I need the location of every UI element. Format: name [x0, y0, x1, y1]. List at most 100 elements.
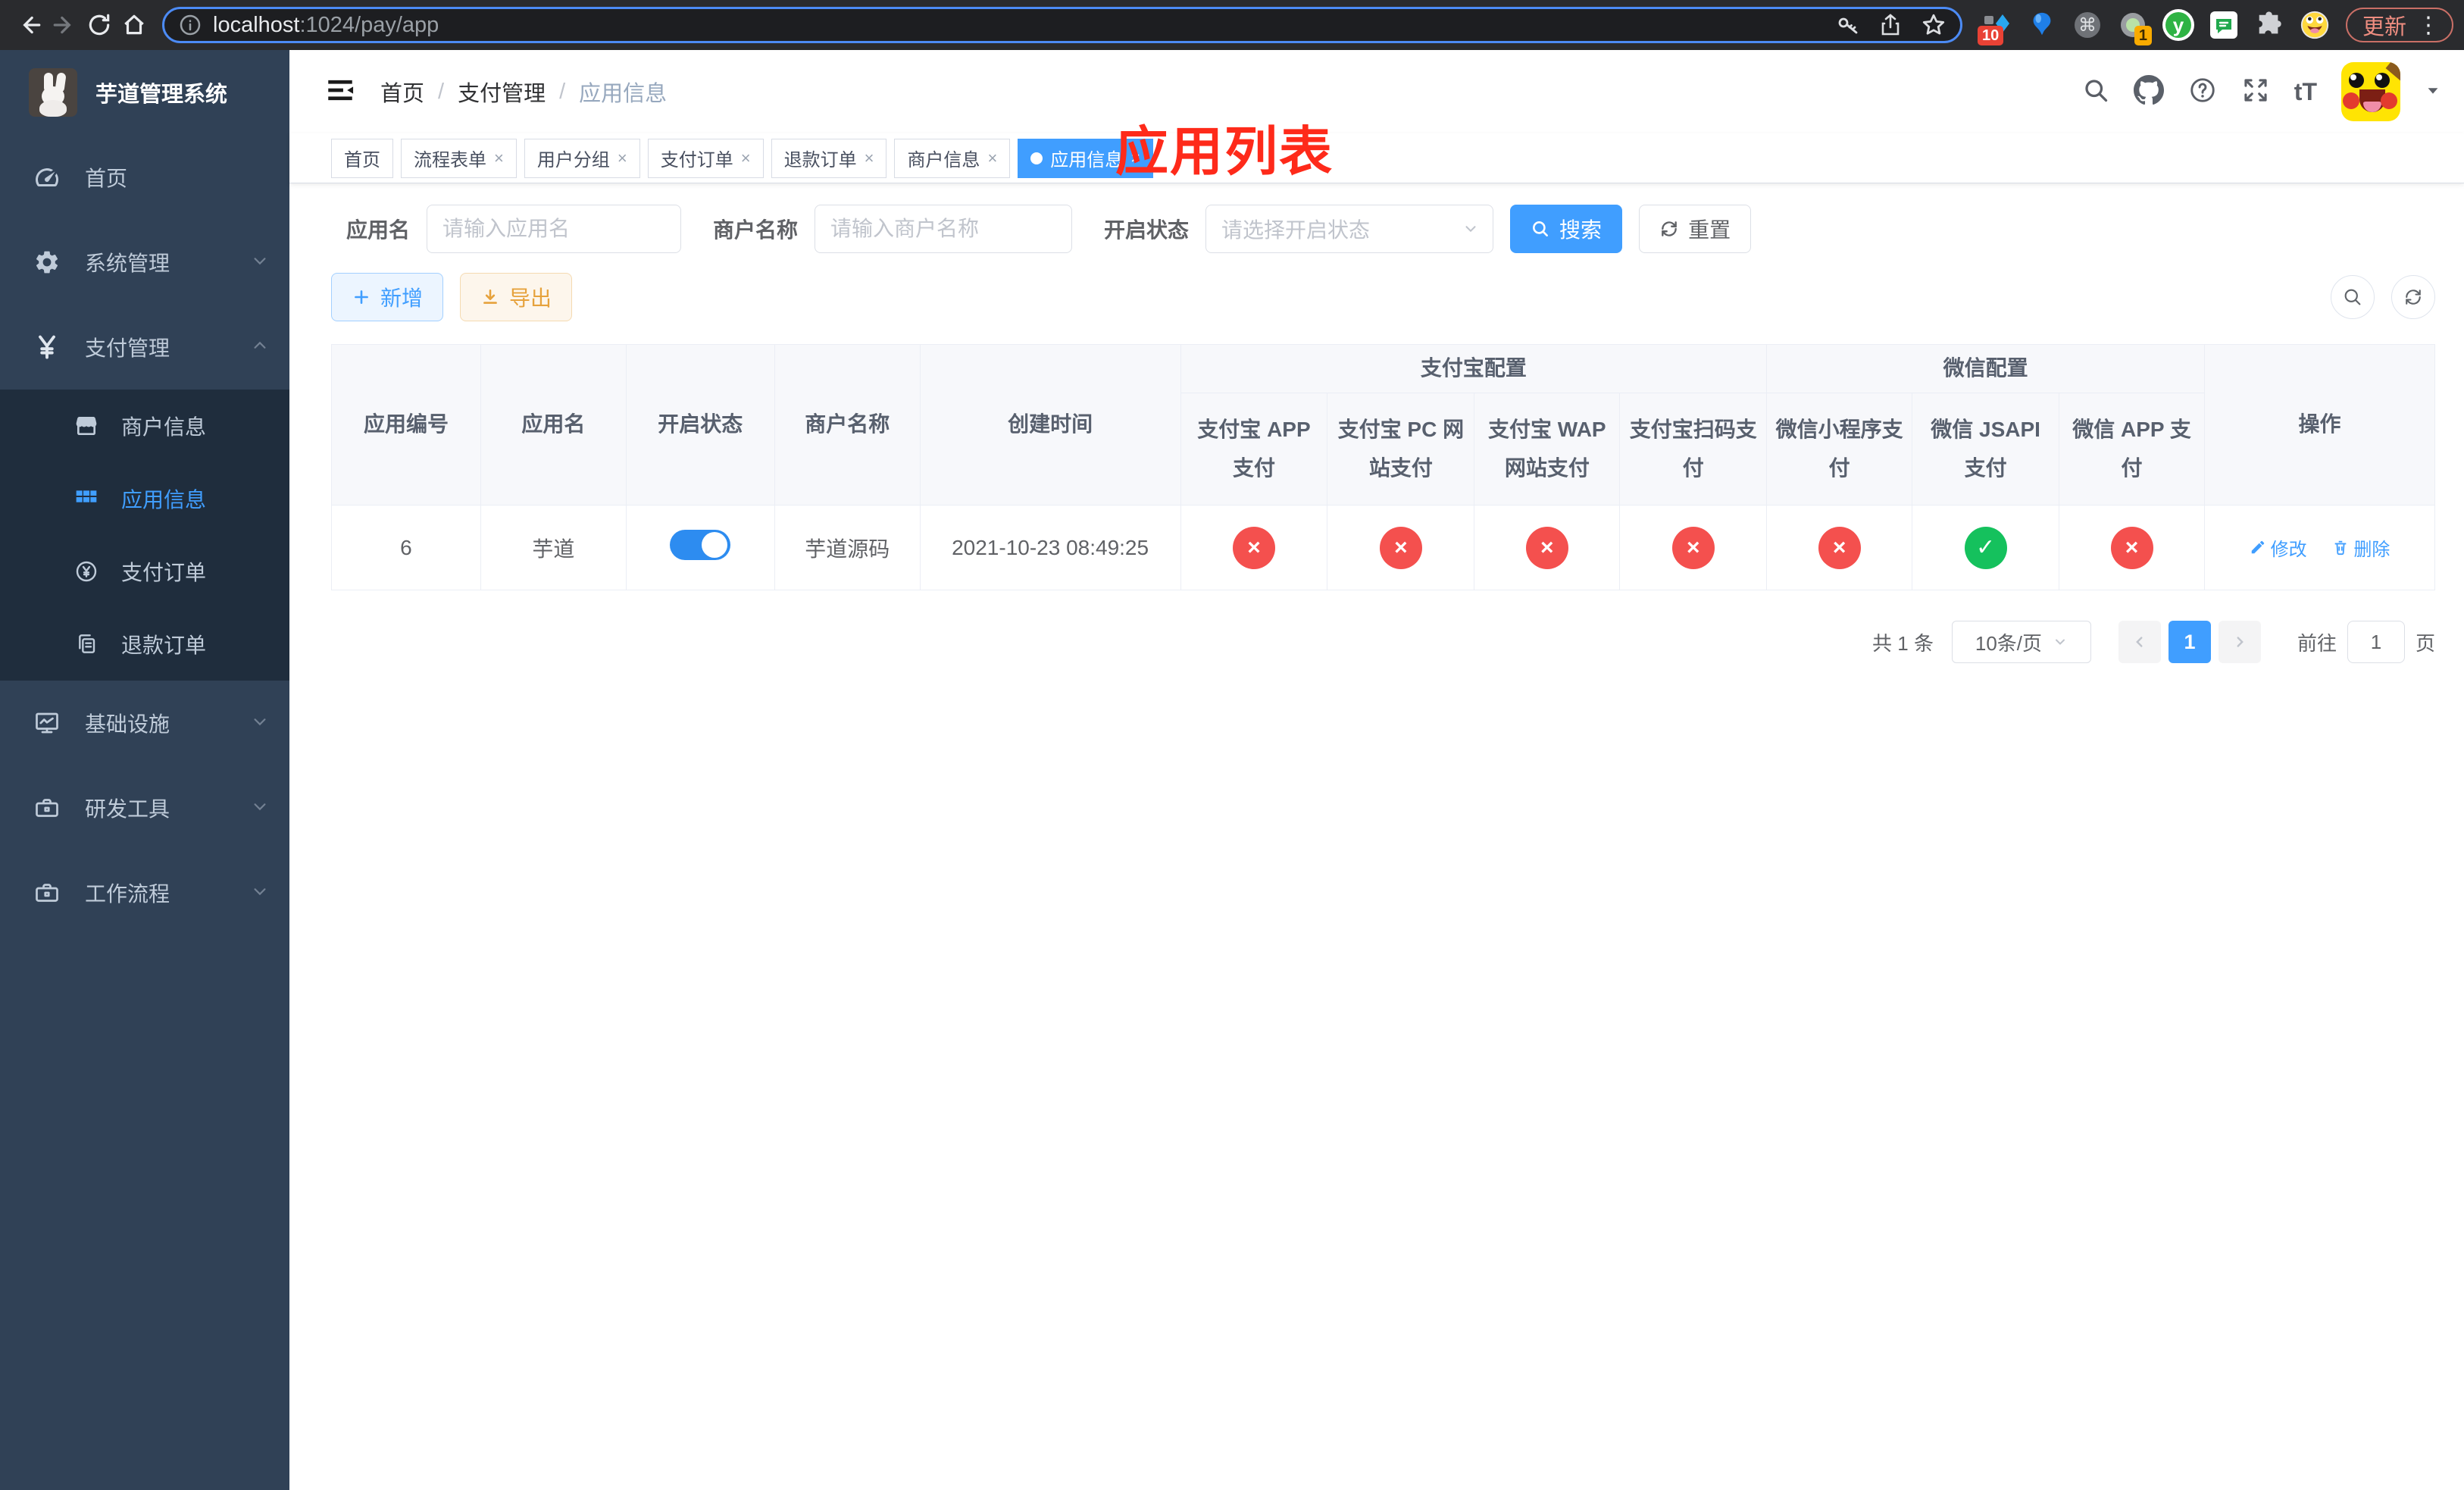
url-text: localhost:1024/pay/app	[213, 12, 439, 37]
sidebar-item-system[interactable]: 系统管理	[0, 220, 289, 305]
cell-app-id: 6	[331, 505, 481, 590]
col-status: 开启状态	[625, 344, 775, 506]
tab-home[interactable]: 首页	[331, 138, 393, 178]
logo-rabbit-image	[29, 68, 77, 117]
sidebar-item-home[interactable]: 首页	[0, 135, 289, 220]
tab-pay-order[interactable]: 支付订单 ×	[647, 138, 764, 178]
app-logo[interactable]: 芋道管理系统	[0, 50, 289, 135]
back-icon[interactable]	[12, 8, 47, 42]
password-key-icon[interactable]	[1836, 13, 1860, 37]
tab-refund-order[interactable]: 退款订单 ×	[771, 138, 887, 178]
goto-page-input[interactable]	[2347, 621, 2405, 663]
breadcrumb-pay[interactable]: 支付管理	[458, 76, 546, 108]
app-name-input[interactable]	[427, 205, 682, 253]
col-wx-jsapi: 微信 JSAPI 支付	[1912, 393, 2060, 506]
col-merchant: 商户名称	[774, 344, 921, 506]
sidebar-item-pay-order[interactable]: 支付订单	[0, 535, 289, 608]
extension-blocks-icon[interactable]: 10	[1977, 9, 2012, 45]
avatar[interactable]	[2341, 62, 2400, 121]
enabled-toggle[interactable]	[670, 530, 731, 560]
toggle-search-button[interactable]	[2331, 275, 2375, 319]
search-button[interactable]: 搜索	[1510, 205, 1623, 253]
trash-icon	[2335, 541, 2347, 556]
close-icon[interactable]: ×	[618, 149, 627, 168]
extension-emoji-icon[interactable]	[2299, 9, 2331, 41]
sidebar-item-workflow[interactable]: 工作流程	[0, 850, 289, 935]
search-icon	[1533, 221, 1549, 236]
reset-button[interactable]: 重置	[1639, 205, 1752, 253]
tab-process-form[interactable]: 流程表单 ×	[401, 138, 517, 178]
extension-y-icon[interactable]: y	[2162, 9, 2194, 41]
close-icon[interactable]: ×	[494, 149, 504, 168]
page-size-select[interactable]: 10条/页	[1951, 621, 2091, 663]
home-icon[interactable]	[117, 8, 152, 42]
next-page-button[interactable]	[2218, 621, 2261, 663]
url-bar[interactable]: localhost:1024/pay/app	[162, 7, 1962, 43]
browser-menu-icon[interactable]: ⋮	[2417, 12, 2440, 39]
tab-merchant-info[interactable]: 商户信息 ×	[894, 138, 1011, 178]
merchant-name-input[interactable]	[815, 205, 1073, 253]
chevron-right-icon	[2237, 637, 2244, 647]
chevron-left-icon	[2136, 637, 2143, 647]
top-navbar: 首页 / 支付管理 / 应用信息 tT 应用列表	[289, 50, 2464, 181]
navbar-actions: tT	[2082, 62, 2441, 121]
caret-down-icon[interactable]	[2425, 82, 2441, 102]
extension-badge: 10	[1977, 26, 2004, 45]
add-button[interactable]: 新增	[331, 273, 444, 321]
chevron-down-icon	[252, 796, 268, 820]
sidebar-item-infra[interactable]: 基础设施	[0, 681, 289, 765]
sidebar-item-app-info[interactable]: 应用信息	[0, 462, 289, 535]
fullscreen-icon[interactable]	[2241, 76, 2270, 108]
help-icon[interactable]	[2188, 76, 2217, 108]
chevron-down-icon	[2056, 639, 2065, 645]
wx-mini-status-icon: ×	[1818, 526, 1861, 569]
extension-command-icon[interactable]: ⌘	[2072, 9, 2103, 41]
browser-update-button[interactable]: 更新 ⋮	[2345, 8, 2453, 42]
cell-merchant: 芋道源码	[774, 505, 921, 590]
reload-icon[interactable]	[82, 8, 117, 42]
refresh-table-button[interactable]	[2391, 275, 2435, 319]
forward-icon[interactable]	[47, 8, 82, 42]
sidebar-item-merchant-info[interactable]: 商户信息	[0, 390, 289, 462]
share-icon[interactable]	[1878, 13, 1903, 37]
col-actions: 操作	[2203, 344, 2436, 506]
bookmark-star-icon[interactable]	[1921, 12, 1946, 38]
monitor-chart-icon	[30, 709, 64, 737]
refresh-icon	[2406, 290, 2421, 305]
edit-link[interactable]: 修改	[2250, 534, 2307, 561]
dashboard-icon	[30, 164, 64, 191]
chevron-down-icon	[252, 250, 268, 274]
close-icon[interactable]: ×	[987, 149, 997, 168]
sidebar-item-pay[interactable]: 支付管理	[0, 305, 289, 390]
col-wx-app: 微信 APP 支付	[2059, 393, 2205, 506]
search-icon[interactable]	[2082, 77, 2109, 108]
extension-balloon-icon[interactable]	[2026, 9, 2058, 41]
github-icon[interactable]	[2133, 74, 2164, 109]
merchant-name-label: 商户名称	[713, 218, 799, 242]
col-alipay-qr: 支付宝扫码支付	[1619, 393, 1768, 506]
yen-circle-icon	[71, 559, 102, 584]
svg-text:⌘: ⌘	[2078, 15, 2097, 36]
breadcrumb-home[interactable]: 首页	[380, 76, 424, 108]
tab-user-group[interactable]: 用户分组 ×	[524, 138, 640, 178]
status-select[interactable]: 请选择开启状态	[1205, 205, 1494, 253]
prev-page-button[interactable]	[2118, 621, 2161, 663]
delete-link[interactable]: 删除	[2332, 534, 2390, 561]
extension-icons: 10 ⌘ 1 y	[1977, 9, 2331, 45]
col-alipay-pc: 支付宝 PC 网站支付	[1327, 393, 1475, 506]
goto-label: 前往	[2297, 631, 2337, 655]
sidebar-item-dev-tools[interactable]: 研发工具	[0, 765, 289, 850]
font-size-icon[interactable]: tT	[2294, 78, 2317, 106]
export-button[interactable]: 导出	[460, 273, 573, 321]
extensions-puzzle-icon[interactable]	[2253, 9, 2285, 41]
page-number-current[interactable]: 1	[2168, 621, 2211, 663]
extension-profile-icon[interactable]: 1	[2117, 9, 2152, 45]
tags-view-bar: 首页 流程表单 × 用户分组 × 支付订单 × 退款订单 × 商户信息 × 应用信息 ×	[289, 133, 2464, 183]
briefcase-icon	[30, 879, 64, 906]
close-icon[interactable]: ×	[865, 149, 874, 168]
sidebar-item-refund-order[interactable]: 退款订单	[0, 608, 289, 681]
collapse-sidebar-icon[interactable]	[324, 74, 356, 110]
extension-chat-icon[interactable]	[2208, 9, 2240, 41]
close-icon[interactable]: ×	[741, 149, 751, 168]
site-info-icon[interactable]	[178, 13, 202, 37]
